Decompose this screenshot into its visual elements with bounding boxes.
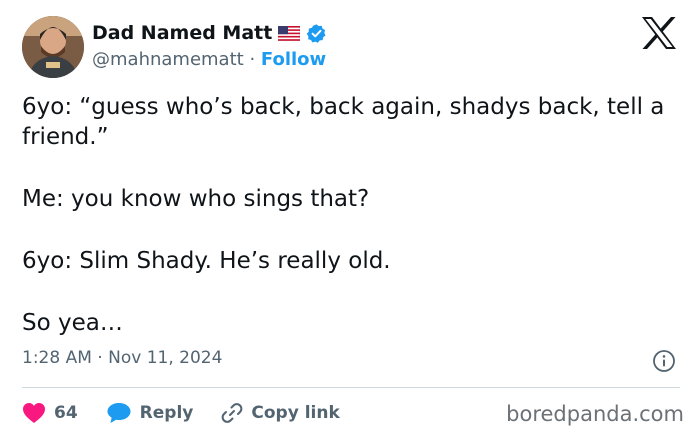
divider: [22, 387, 680, 388]
reply-button[interactable]: Reply: [106, 402, 194, 424]
info-icon[interactable]: [652, 349, 676, 373]
like-button[interactable]: 64: [22, 402, 78, 424]
action-bar: 64 Reply Copy link: [22, 400, 368, 426]
tweet-time: 1:28 AM: [22, 348, 92, 368]
author-name-row: Dad Named Matt: [92, 20, 327, 46]
tweet-timestamp[interactable]: 1:28 AM · Nov 11, 2024: [22, 348, 222, 368]
reply-icon: [107, 403, 131, 423]
reply-label: Reply: [139, 403, 194, 423]
tweet-text: 6yo: “guess who’s back, back again, shad…: [22, 92, 682, 338]
copy-link-button[interactable]: Copy link: [221, 402, 340, 424]
tweet-line: So yea…: [22, 310, 123, 336]
author-handle-row: @mahnamematt · Follow: [92, 49, 326, 70]
tweet-date: Nov 11, 2024: [108, 348, 223, 368]
us-flag-icon: [278, 25, 301, 41]
author-handle[interactable]: @mahnamematt: [92, 49, 244, 70]
tweet-line: 6yo: “guess who’s back, back again, shad…: [22, 94, 665, 150]
heart-icon: [23, 403, 45, 423]
watermark: boredpanda.com: [506, 402, 684, 426]
copy-link-label: Copy link: [251, 403, 340, 423]
tweet-line: Me: you know who sings that?: [22, 186, 370, 212]
author-display-name[interactable]: Dad Named Matt: [92, 22, 272, 44]
follow-button[interactable]: Follow: [261, 49, 326, 70]
link-icon: [222, 403, 243, 423]
tweet-line: 6yo: Slim Shady. He’s really old.: [22, 248, 391, 274]
verified-badge-icon: [306, 23, 327, 44]
like-count: 64: [54, 403, 78, 423]
avatar[interactable]: [22, 16, 84, 78]
handle-separator: ·: [249, 49, 256, 70]
timestamp-separator: ·: [97, 348, 103, 368]
x-logo-icon[interactable]: [640, 16, 678, 50]
